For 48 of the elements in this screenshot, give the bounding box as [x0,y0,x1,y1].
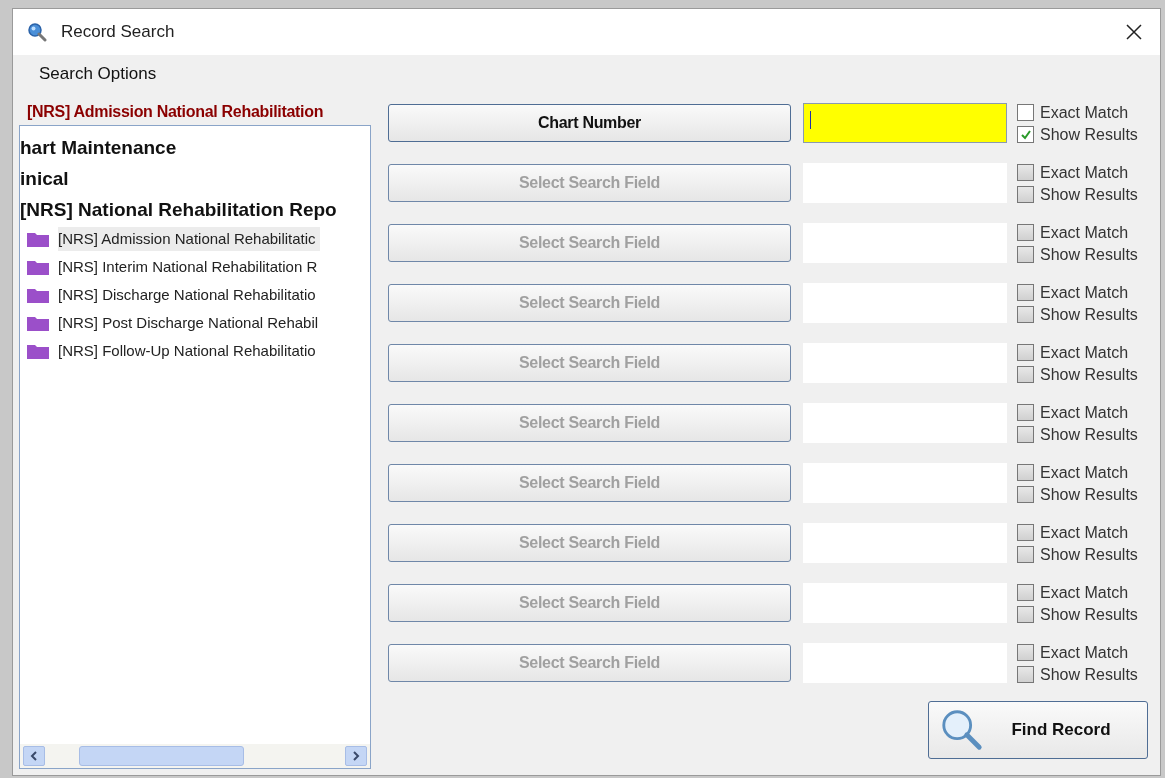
checkbox-label: Exact Match [1040,403,1129,422]
checkbox-label: Exact Match [1040,343,1129,362]
checkbox-label: Show Results [1040,425,1138,444]
tree-item[interactable]: inical [20,163,69,194]
search-field-button[interactable]: Chart Number [388,104,791,142]
search-icon [27,22,47,42]
tree-item[interactable]: [NRS] Discharge National Rehabilitatio [58,283,320,307]
horizontal-scrollbar[interactable] [20,744,370,768]
checkbox-label: Exact Match [1040,163,1129,182]
search-icon [939,707,985,753]
folder-icon [26,286,50,304]
checkbox-label: Exact Match [1040,223,1129,242]
folder-icon [26,258,50,276]
checkbox-label: Exact Match [1040,523,1129,542]
scroll-right-icon[interactable] [345,746,367,766]
checkbox-label: Show Results [1040,485,1138,504]
checkbox-label: Show Results [1040,125,1138,144]
checkbox[interactable] [1017,126,1034,143]
checkbox-label: Show Results [1040,605,1138,624]
scroll-thumb[interactable] [79,746,244,766]
menu-item[interactable]: Search Options [39,64,157,84]
folder-icon [26,342,50,360]
checkbox-label: Exact Match [1040,643,1129,662]
checkbox-label: Exact Match [1040,463,1129,482]
checkbox-label: Show Results [1040,545,1138,564]
checkbox-label: Show Results [1040,185,1138,204]
tree-item[interactable]: hart Maintenance [20,132,177,163]
tree-item[interactable]: [NRS] National Rehabilitation Repo [20,194,337,225]
tree-item[interactable]: [NRS] Follow-Up National Rehabilitatio [58,339,320,363]
checkbox-label: Show Results [1040,665,1138,684]
window-title: Record Search [61,22,176,42]
checkbox-label: Show Results [1040,305,1138,324]
tree-item[interactable]: [NRS] Admission National Rehabilitatic [58,227,320,251]
folder-icon [26,230,50,248]
checkbox-label: Exact Match [1040,103,1129,122]
search-input[interactable] [803,103,1007,143]
form-title: [NRS] Admission National Rehabilitation [26,103,325,122]
checkbox-label: Exact Match [1040,583,1129,602]
checkbox-label: Exact Match [1040,283,1129,302]
tree-item[interactable]: [NRS] Interim National Rehabilitation R [58,255,322,279]
close-icon[interactable] [1126,24,1142,40]
checkbox[interactable] [1017,104,1034,121]
folder-icon [26,314,50,332]
find-record-button[interactable]: Find Record [928,701,1148,759]
tree-item[interactable]: [NRS] Post Discharge National Rehabil [58,311,323,335]
checkbox-label: Show Results [1040,245,1138,264]
checkbox-label: Show Results [1040,365,1138,384]
scroll-left-icon[interactable] [23,746,45,766]
